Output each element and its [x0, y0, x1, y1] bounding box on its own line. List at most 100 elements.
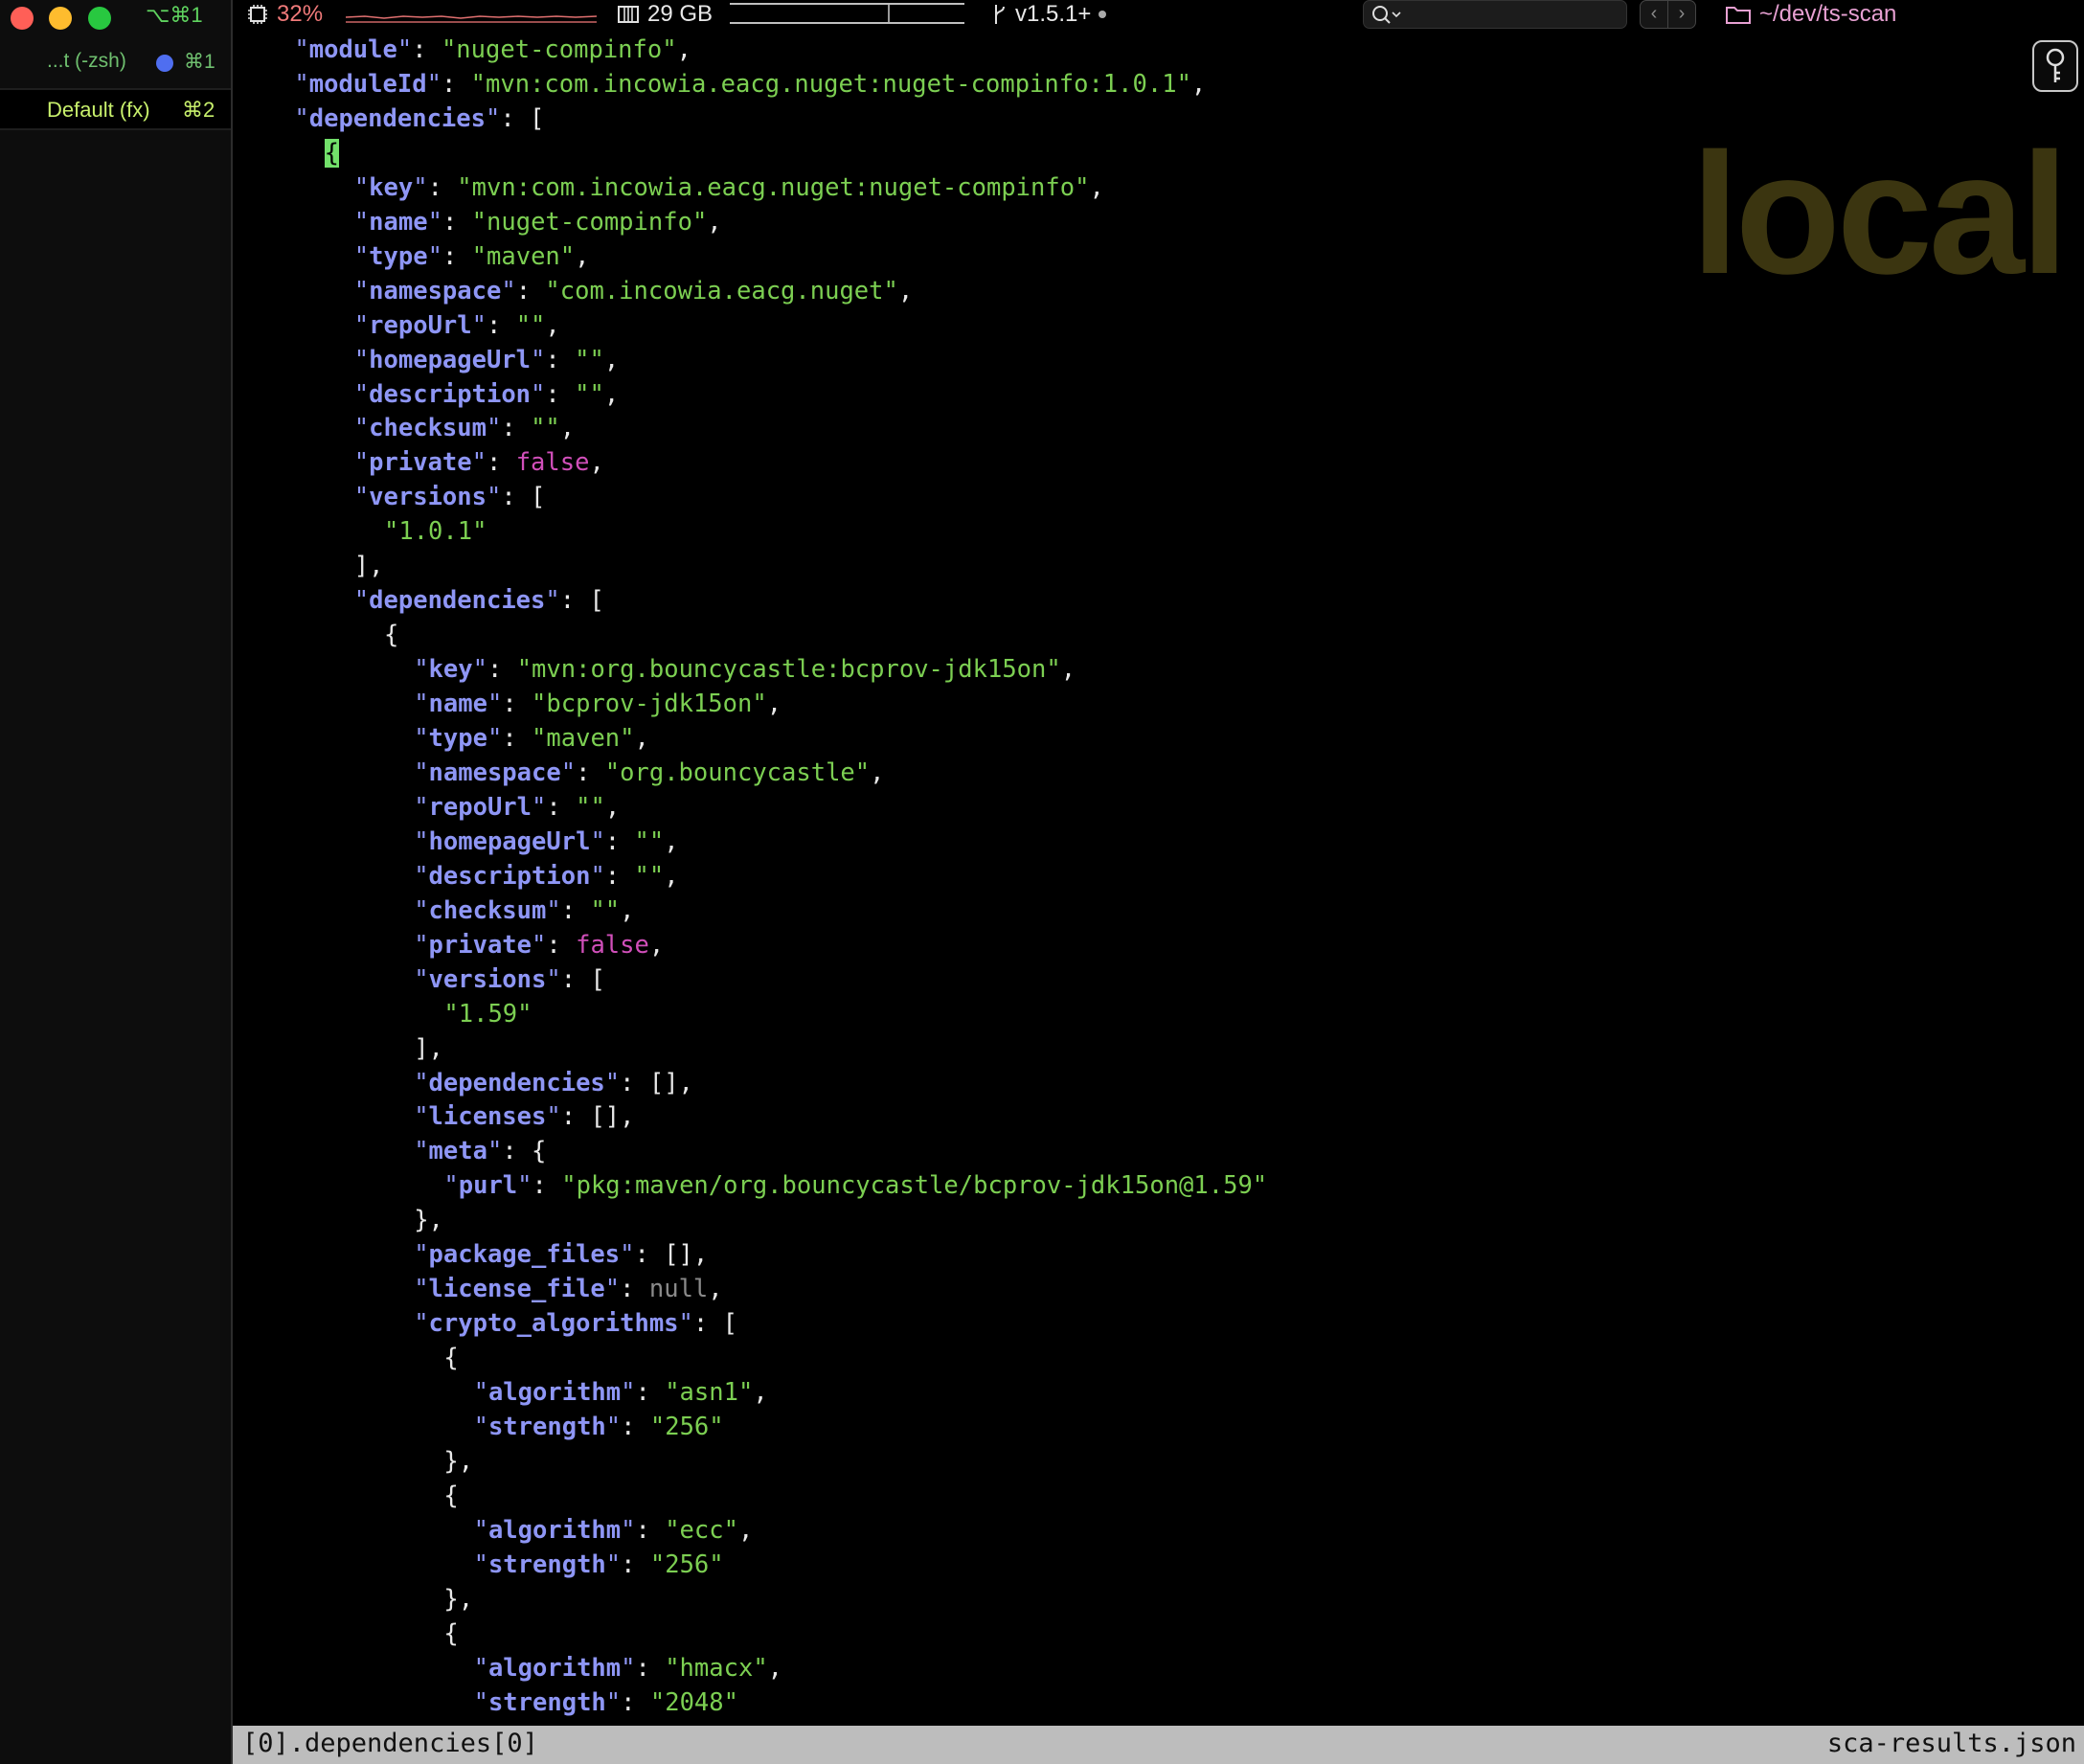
- json-punctuation: :: [501, 414, 532, 443]
- folder-icon: [1726, 7, 1751, 24]
- activity-dot-icon: [156, 55, 173, 72]
- zoom-window-button[interactable]: [88, 7, 111, 30]
- json-key: type: [369, 241, 428, 271]
- json-punctuation: : [],: [620, 1068, 693, 1097]
- code-line: "moduleId": "mvn:com.incowia.eacg.nuget:…: [294, 69, 1207, 99]
- json-key: strength: [487, 1549, 606, 1579]
- json-punctuation: :: [635, 1653, 666, 1683]
- code-line: "name": "bcprov-jdk15on",: [414, 690, 782, 719]
- json-punctuation: :: [486, 448, 516, 478]
- cpu-chip-icon: [248, 5, 267, 24]
- json-punctuation: :: [635, 1515, 666, 1545]
- tab-label: Default (fx): [47, 98, 150, 122]
- code-line: "repoUrl": "",: [353, 310, 560, 340]
- code-line: "strength": "256": [473, 1413, 724, 1441]
- json-punctuation: :: [604, 861, 635, 891]
- json-value: "256": [649, 1413, 724, 1441]
- chevron-right-icon: ›: [1678, 3, 1686, 24]
- window-shortcut: ⌥⌘1: [146, 3, 203, 27]
- json-key: homepageUrl: [428, 826, 591, 856]
- json-key: algorithm: [487, 1653, 622, 1683]
- json-punctuation: : {: [502, 1137, 547, 1166]
- code-line: "type": "maven",: [353, 241, 590, 271]
- nav-back-button[interactable]: ‹: [1640, 0, 1668, 29]
- json-punctuation: :: [487, 655, 517, 685]
- json-punctuation: :: [546, 930, 577, 960]
- json-key: meta: [428, 1137, 487, 1166]
- code-line: "checksum": "",: [353, 414, 576, 443]
- tab-shortcut: ⌘2: [182, 98, 215, 122]
- code-line: "name": "nuget-compinfo",: [353, 207, 722, 237]
- json-value: "nuget-compinfo": [471, 207, 708, 237]
- search-input[interactable]: [1363, 0, 1627, 29]
- json-punctuation: ,: [870, 758, 885, 787]
- json-punctuation: :: [545, 379, 576, 409]
- json-value: "maven": [471, 241, 576, 271]
- json-punctuation: ,: [737, 1515, 754, 1545]
- code-line: "key": "mvn:org.bouncycastle:bcprov-jdk1…: [414, 655, 1076, 685]
- minimize-window-button[interactable]: [49, 7, 72, 30]
- json-key: crypto_algorithms: [428, 1309, 679, 1339]
- code-line: "strength": "2048": [473, 1687, 738, 1717]
- code-line: "licenses": [],: [414, 1102, 635, 1132]
- json-key: description: [369, 379, 532, 409]
- json-key: licenses: [428, 1102, 547, 1132]
- json-key: dependencies: [308, 103, 486, 133]
- close-window-button[interactable]: [11, 7, 34, 30]
- code-line: "versions": [: [353, 483, 546, 512]
- json-punctuation: ],: [353, 552, 384, 581]
- json-punctuation: ,: [559, 414, 576, 443]
- json-value: "com.incowia.eacg.nuget": [545, 276, 898, 305]
- json-punctuation: {: [443, 1344, 459, 1373]
- code-line: "homepageUrl": "",: [414, 826, 679, 856]
- json-punctuation: :: [532, 1171, 562, 1201]
- json-value: "2048": [649, 1687, 738, 1717]
- json-value: "mvn:com.incowia.eacg.nuget:nuget-compin…: [457, 172, 1090, 202]
- json-key: homepageUrl: [369, 345, 532, 374]
- side-panel-button[interactable]: [2032, 40, 2078, 92]
- json-key: namespace: [369, 276, 502, 305]
- cpu-indicator: 32%: [246, 1, 323, 28]
- json-punctuation: :: [486, 310, 516, 340]
- nav-forward-button[interactable]: ›: [1667, 0, 1696, 29]
- json-key: algorithm: [487, 1515, 622, 1545]
- json-value: "": [531, 414, 560, 443]
- tab-zsh[interactable]: ...t (-zsh) ⌘1: [0, 44, 231, 82]
- code-line: "purl": "pkg:maven/org.bouncycastle/bcpr…: [443, 1171, 1268, 1201]
- json-punctuation: ,: [648, 930, 665, 960]
- json-value: "mvn:org.bouncycastle:bcprov-jdk15on": [516, 655, 1061, 685]
- json-punctuation: {: [384, 621, 399, 650]
- json-punctuation: ],: [414, 1033, 443, 1063]
- json-path: [0].dependencies[0]: [242, 1729, 538, 1758]
- chevron-left-icon: ‹: [1650, 3, 1658, 24]
- memory-bar: [730, 3, 964, 24]
- cwd-indicator[interactable]: ~/dev/ts-scan: [1725, 1, 1896, 28]
- json-punctuation: :: [441, 69, 471, 99]
- json-key: dependencies: [428, 1068, 605, 1097]
- file-name: sca-results.json: [1826, 1729, 2076, 1758]
- code-line: "algorithm": "hmacx",: [473, 1653, 783, 1683]
- cpu-value: 32%: [277, 1, 324, 27]
- json-punctuation: :: [576, 758, 605, 787]
- code-line: "versions": [: [414, 964, 605, 994]
- json-value: "1.0.1": [384, 517, 487, 547]
- json-punctuation: : [],: [560, 1102, 635, 1132]
- json-punctuation: :: [502, 690, 532, 719]
- code-line: "namespace": "com.incowia.eacg.nuget",: [353, 276, 914, 305]
- code-line: {: [384, 618, 398, 652]
- code-line: },: [414, 1203, 443, 1237]
- json-value: "1.59": [443, 999, 532, 1029]
- json-punctuation: ,: [634, 724, 649, 753]
- json-value: "256": [649, 1549, 724, 1579]
- code-line: "private": false,: [414, 930, 665, 960]
- code-line: "repoUrl": "",: [414, 792, 621, 822]
- json-key: checksum: [369, 414, 487, 443]
- code-line: "dependencies": [: [353, 586, 604, 616]
- json-punctuation: :: [442, 241, 472, 271]
- code-line: {: [324, 136, 339, 170]
- json-key: versions: [428, 964, 547, 994]
- json-punctuation: ,: [620, 895, 635, 925]
- tab-default[interactable]: Default (fx) ⌘2: [0, 88, 231, 130]
- json-value: "": [634, 861, 665, 891]
- json-punctuation: ,: [766, 690, 782, 719]
